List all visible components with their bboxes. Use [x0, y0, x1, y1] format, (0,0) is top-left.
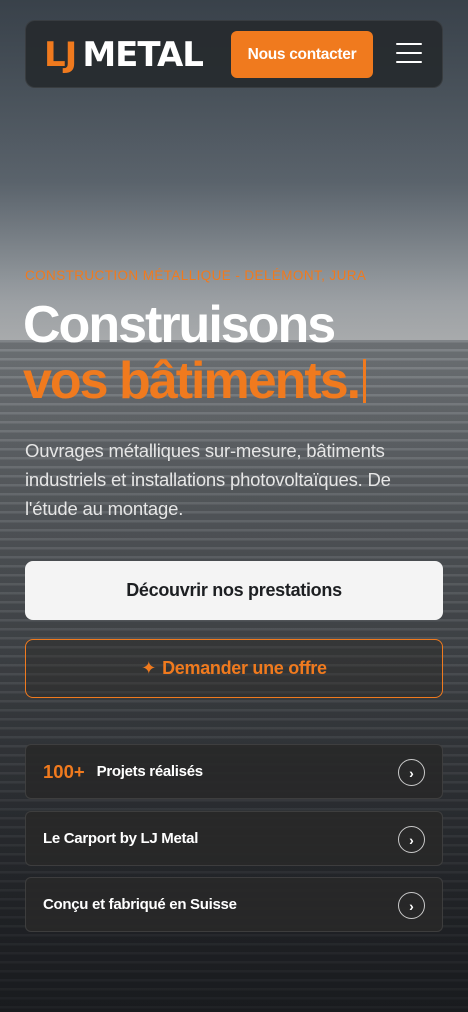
- info-card-swiss-made[interactable]: Conçu et fabriqué en Suisse ›: [25, 877, 443, 932]
- chevron-right-icon: ›: [398, 759, 425, 786]
- logo-lj: LJ: [44, 35, 77, 75]
- discover-services-button[interactable]: Découvrir nos prestations: [25, 561, 443, 620]
- info-card-projects[interactable]: 100+ Projets réalisés ›: [25, 744, 443, 799]
- info-card-label: Conçu et fabriqué en Suisse: [43, 896, 237, 913]
- hero-title-line2-text: vos bâtiments.: [23, 352, 361, 410]
- projects-count: 100+: [43, 760, 85, 782]
- info-card-label: Le Carport by LJ Metal: [43, 830, 199, 847]
- request-quote-label: Demander une offre: [162, 658, 327, 678]
- hero-eyebrow: CONSTRUCTION MÉTALLIQUE - DELÉMONT, JURA: [25, 268, 367, 283]
- chevron-right-icon: ›: [398, 892, 425, 919]
- logo[interactable]: LJ METAL: [44, 35, 204, 75]
- site-header: LJ METAL Nous contacter: [25, 20, 443, 88]
- logo-metal: METAL: [82, 35, 204, 75]
- hero-subtitle: Ouvrages métalliques sur-mesure, bâtimen…: [25, 440, 391, 519]
- info-card-label: Projets réalisés: [96, 763, 203, 780]
- hero-title-line2: vos bâtiments.: [23, 350, 367, 412]
- hamburger-menu-icon[interactable]: [396, 43, 422, 63]
- sparkle-icon: ✦: [141, 658, 157, 678]
- chevron-right-icon: ›: [398, 826, 425, 853]
- info-card-carport[interactable]: Le Carport by LJ Metal ›: [25, 811, 443, 866]
- typing-caret: [363, 359, 367, 403]
- contact-button[interactable]: Nous contacter: [231, 31, 373, 78]
- hero-title-line1: Construisons: [23, 296, 336, 354]
- request-quote-button[interactable]: ✦ Demander une offre: [25, 639, 443, 698]
